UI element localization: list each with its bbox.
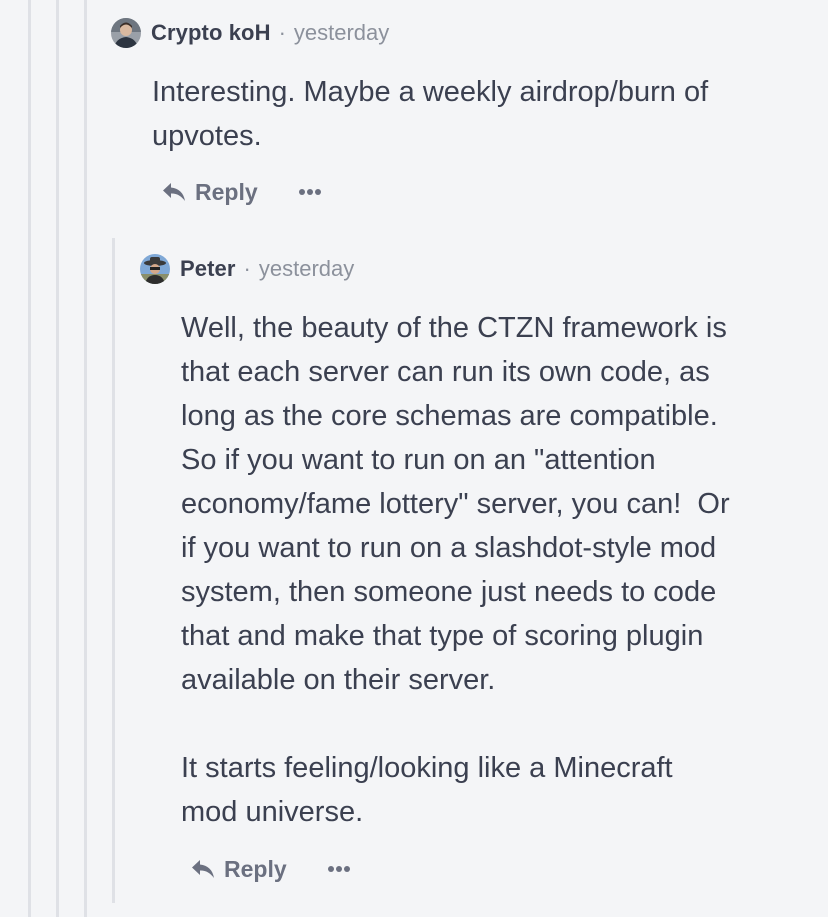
- more-options-button[interactable]: [327, 865, 351, 873]
- user-avatar-icon: [140, 254, 170, 284]
- timestamp[interactable]: yesterday: [294, 20, 389, 46]
- reply-arrow-icon: [163, 183, 185, 201]
- reply-label: Reply: [195, 178, 258, 205]
- comment-header: Crypto koH · yesterday: [111, 17, 811, 49]
- separator-dot: ·: [243, 256, 251, 281]
- timestamp[interactable]: yesterday: [259, 256, 354, 282]
- user-avatar-icon: [111, 18, 141, 48]
- reply-button[interactable]: Reply: [162, 179, 258, 206]
- comment: Crypto koH · yesterday Interesting. Mayb…: [111, 17, 811, 212]
- more-dots-icon: [298, 189, 321, 195]
- comment-header: Peter · yesterday: [140, 253, 820, 285]
- thread-line-2: [56, 0, 59, 917]
- reply-arrow-icon: [192, 860, 214, 878]
- avatar[interactable]: [111, 18, 141, 48]
- comment: Peter · yesterday Well, the beauty of th…: [140, 253, 820, 889]
- more-dots-icon: [327, 866, 350, 872]
- comment-actions: Reply: [162, 172, 811, 212]
- comment-body: Interesting. Maybe a weekly airdrop/burn…: [152, 76, 709, 152]
- comment-thread: Crypto koH · yesterday Interesting. Mayb…: [0, 0, 828, 917]
- thread-line-1: [28, 0, 31, 917]
- comment-actions: Reply: [191, 849, 820, 889]
- thread-line-3: [84, 0, 87, 917]
- author-name[interactable]: Peter: [180, 256, 236, 282]
- thread-line-4: [112, 238, 115, 903]
- comment-body: Well, the beauty of the CTZN framework i…: [181, 312, 730, 828]
- separator-dot: ·: [278, 20, 286, 45]
- reply-label: Reply: [224, 855, 287, 882]
- reply-button[interactable]: Reply: [191, 856, 287, 883]
- author-name[interactable]: Crypto koH: [151, 20, 271, 46]
- avatar[interactable]: [140, 254, 170, 284]
- more-options-button[interactable]: [298, 188, 322, 196]
